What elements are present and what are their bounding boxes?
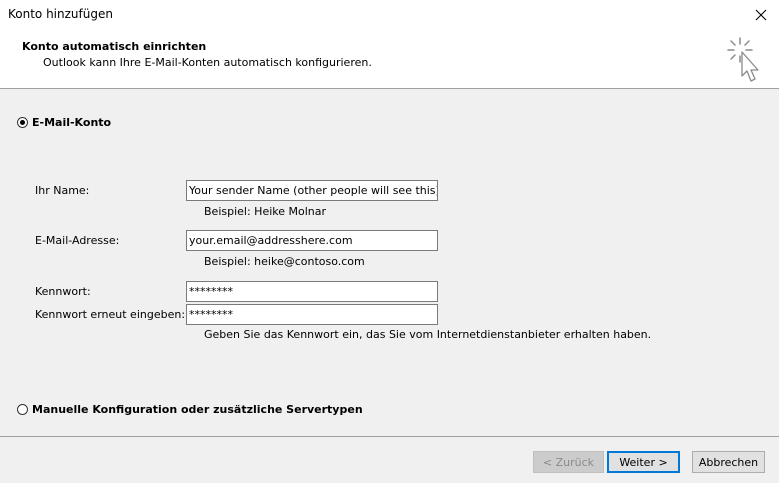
window-title: Konto hinzufügen [8, 7, 113, 21]
cancel-button[interactable]: Abbrechen [692, 451, 765, 473]
radio-button-unselected[interactable] [17, 404, 28, 415]
next-button[interactable]: Weiter > [607, 451, 680, 473]
password-hint: Geben Sie das Kennwort ein, das Sie vom … [204, 328, 652, 341]
radio-email-account[interactable]: E-Mail-Konto [17, 116, 111, 129]
email-input[interactable]: your.email@addresshere.com [186, 230, 438, 251]
footer-divider [0, 436, 779, 437]
name-label: Ihr Name: [35, 184, 90, 197]
header-title: Konto automatisch einrichten [22, 40, 207, 53]
close-button[interactable] [742, 0, 779, 30]
password-confirm-label: Kennwort erneut eingeben: [35, 308, 186, 321]
radio-button-selected[interactable] [17, 117, 28, 128]
email-label: E-Mail-Adresse: [35, 234, 120, 247]
header-subtitle: Outlook kann Ihre E-Mail-Konten automati… [43, 56, 372, 69]
wizard-cursor-icon [727, 37, 759, 82]
name-input[interactable]: Your sender Name (other people will see … [186, 180, 438, 201]
radio-email-account-label: E-Mail-Konto [32, 116, 112, 129]
email-hint: Beispiel: heike@contoso.com [204, 255, 365, 268]
radio-manual-config-label: Manuelle Konfiguration oder zusätzliche … [32, 403, 363, 416]
password-label: Kennwort: [35, 285, 91, 298]
name-hint: Beispiel: Heike Molnar [204, 205, 327, 218]
password-input[interactable]: ******** [186, 281, 438, 302]
password-confirm-input[interactable]: ******** [186, 304, 438, 325]
wizard-header: Konto automatisch einrichten Outlook kan… [0, 30, 779, 89]
radio-manual-config[interactable]: Manuelle Konfiguration oder zusätzliche … [17, 403, 363, 416]
close-icon [755, 9, 766, 21]
back-button[interactable]: < Zurück [533, 451, 604, 473]
title-bar: Konto hinzufügen [0, 0, 779, 30]
